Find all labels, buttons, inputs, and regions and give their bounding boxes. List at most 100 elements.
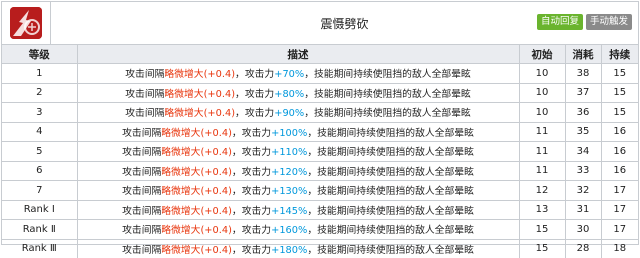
row-level: 7 xyxy=(2,180,78,201)
header-cost: 消耗 xyxy=(565,45,602,64)
row-duration: 17 xyxy=(601,219,638,240)
row-level: Rank Ⅲ xyxy=(2,239,78,258)
desc-atk-value: +90% xyxy=(274,108,305,120)
skill-name: 震慑劈砍 xyxy=(320,16,369,31)
skill-icon xyxy=(10,7,42,39)
row-cost: 34 xyxy=(565,141,602,162)
row-initial: 11 xyxy=(519,122,566,142)
row-description: 攻击间隔略微增大(+0.4)，攻击力+100%，技能期间持续使阻挡的敌人全部晕眩 xyxy=(77,122,520,142)
row-initial: 10 xyxy=(519,102,566,123)
desc-atk-text: ，攻击力 xyxy=(231,244,272,256)
desc-interval-change: 略微增大 xyxy=(161,205,201,217)
row-cost: 33 xyxy=(565,161,602,181)
desc-interval-value: (+0.4) xyxy=(200,244,232,256)
desc-interval-text: 攻击间隔 xyxy=(122,166,162,178)
table-row: 6 攻击间隔略微增大(+0.4)，攻击力+120%，技能期间持续使阻挡的敌人全部晕… xyxy=(2,161,638,181)
desc-atk-text: ，攻击力 xyxy=(231,166,272,178)
desc-stun-text: ，技能期间持续使阻挡的敌人全部晕眩 xyxy=(304,69,471,81)
table-row: 7 攻击间隔略微增大(+0.4)，攻击力+130%，技能期间持续使阻挡的敌人全部晕… xyxy=(2,180,638,201)
row-duration: 15 xyxy=(601,83,638,103)
header-duration: 持续 xyxy=(601,45,638,64)
table-row: Rank Ⅲ 攻击间隔略微增大(+0.4)，攻击力+180%，技能期间持续使阻挡的… xyxy=(2,239,638,258)
row-initial: 11 xyxy=(519,141,566,162)
header-level: 等级 xyxy=(2,45,78,64)
desc-interval-change: 略微增大 xyxy=(164,88,204,100)
desc-interval-value: (+0.4) xyxy=(200,205,232,217)
row-description: 攻击间隔略微增大(+0.4)，攻击力+120%，技能期间持续使阻挡的敌人全部晕眩 xyxy=(77,161,520,181)
desc-interval-change: 略微增大 xyxy=(161,127,201,139)
table-row: 2 攻击间隔略微增大(+0.4)，攻击力+80%，技能期间持续使阻挡的敌人全部晕眩… xyxy=(2,83,638,103)
row-level: Rank Ⅰ xyxy=(2,200,78,220)
skill-level-table: 等级 描述 初始 消耗 持续 1 攻击间隔略微增大(+0.4)，攻击力+70%，技… xyxy=(2,45,638,258)
row-initial: 12 xyxy=(519,180,566,201)
desc-stun-text: ，技能期间持续使阻挡的敌人全部晕眩 xyxy=(307,244,474,256)
header-initial: 初始 xyxy=(519,45,566,64)
row-duration: 18 xyxy=(613,243,627,255)
desc-interval-text: 攻击间隔 xyxy=(122,244,162,256)
row-initial: 10 xyxy=(519,63,566,84)
row-cost: 37 xyxy=(565,83,602,103)
desc-atk-value: +110% xyxy=(271,147,308,159)
row-cost: 32 xyxy=(565,180,602,201)
desc-interval-text: 攻击间隔 xyxy=(125,69,165,81)
badge-manual-trigger: 手动触发 xyxy=(585,14,632,30)
row-initial: 11 xyxy=(519,161,566,181)
row-level: 1 xyxy=(2,63,78,84)
row-description: 攻击间隔略微增大(+0.4)，攻击力+180%，技能期间持续使阻挡的敌人全部晕眩 xyxy=(77,239,520,258)
row-cost: 28 xyxy=(565,239,602,258)
row-level: Rank Ⅱ xyxy=(2,219,78,240)
desc-atk-text: ，攻击力 xyxy=(231,225,272,237)
desc-atk-value: +120% xyxy=(271,166,308,178)
desc-stun-text: ，技能期间持续使阻挡的敌人全部晕眩 xyxy=(304,88,471,100)
row-initial: 10 xyxy=(519,83,566,103)
table-row: Rank Ⅰ 攻击间隔略微增大(+0.4)，攻击力+145%，技能期间持续使阻挡的… xyxy=(2,200,638,220)
row-duration: 15 xyxy=(601,63,638,84)
row-level: 6 xyxy=(2,161,78,181)
desc-interval-value: (+0.4) xyxy=(200,166,232,178)
desc-interval-change: 略微增大 xyxy=(161,186,201,198)
desc-interval-value: (+0.4) xyxy=(203,69,236,81)
desc-interval-text: 攻击间隔 xyxy=(122,147,162,159)
desc-atk-value: +160% xyxy=(271,225,308,237)
desc-stun-text: ，技能期间持续使阻挡的敌人全部晕眩 xyxy=(307,186,474,198)
desc-atk-text: ，攻击力 xyxy=(231,127,272,139)
desc-interval-text: 攻击间隔 xyxy=(125,108,165,120)
desc-stun-text: ，技能期间持续使阻挡的敌人全部晕眩 xyxy=(304,108,471,120)
row-cost: 35 xyxy=(565,122,602,142)
desc-stun-text: ，技能期间持续使阻挡的敌人全部晕眩 xyxy=(307,205,474,217)
desc-stun-text: ，技能期间持续使阻挡的敌人全部晕眩 xyxy=(307,127,474,139)
desc-atk-value: +180% xyxy=(271,244,308,256)
row-duration: 16 xyxy=(601,161,638,181)
desc-atk-text: ，攻击力 xyxy=(231,147,272,159)
desc-stun-text: ，技能期间持续使阻挡的敌人全部晕眩 xyxy=(307,147,474,159)
desc-interval-change: 略微增大 xyxy=(161,166,201,178)
desc-interval-value: (+0.4) xyxy=(203,88,236,100)
desc-atk-text: ，攻击力 xyxy=(231,205,272,217)
row-initial: 15 xyxy=(519,219,566,240)
desc-interval-value: (+0.4) xyxy=(200,186,232,198)
skill-icon-cell xyxy=(2,2,51,44)
row-level: 4 xyxy=(2,122,78,142)
skill-badges: 自动回复 手动触发 xyxy=(536,14,632,30)
table-row: 1 攻击间隔略微增大(+0.4)，攻击力+70%，技能期间持续使阻挡的敌人全部晕眩… xyxy=(2,63,638,84)
row-duration: 16 xyxy=(601,141,638,162)
desc-atk-value: +70% xyxy=(274,69,305,81)
desc-interval-change: 略微增大 xyxy=(164,108,204,120)
row-level: 2 xyxy=(2,83,78,103)
desc-atk-text: ，攻击力 xyxy=(235,88,275,100)
row-description: 攻击间隔略微增大(+0.4)，攻击力+145%，技能期间持续使阻挡的敌人全部晕眩 xyxy=(77,200,520,220)
row-duration: 17 xyxy=(601,200,638,220)
desc-interval-text: 攻击间隔 xyxy=(125,88,165,100)
row-initial: 13 xyxy=(519,200,566,220)
table-row: 4 攻击间隔略微增大(+0.4)，攻击力+100%，技能期间持续使阻挡的敌人全部晕… xyxy=(2,122,638,142)
desc-atk-value: +100% xyxy=(271,127,308,139)
row-level: 3 xyxy=(2,102,78,123)
row-initial: 15 xyxy=(519,239,566,258)
desc-atk-value: +130% xyxy=(271,186,308,198)
desc-interval-text: 攻击间隔 xyxy=(122,127,162,139)
desc-stun-text: ，技能期间持续使阻挡的敌人全部晕眩 xyxy=(307,225,474,237)
desc-interval-value: (+0.4) xyxy=(200,127,232,139)
desc-atk-value: +145% xyxy=(271,205,308,217)
desc-atk-text: ，攻击力 xyxy=(231,186,272,198)
desc-interval-text: 攻击间隔 xyxy=(122,186,162,198)
